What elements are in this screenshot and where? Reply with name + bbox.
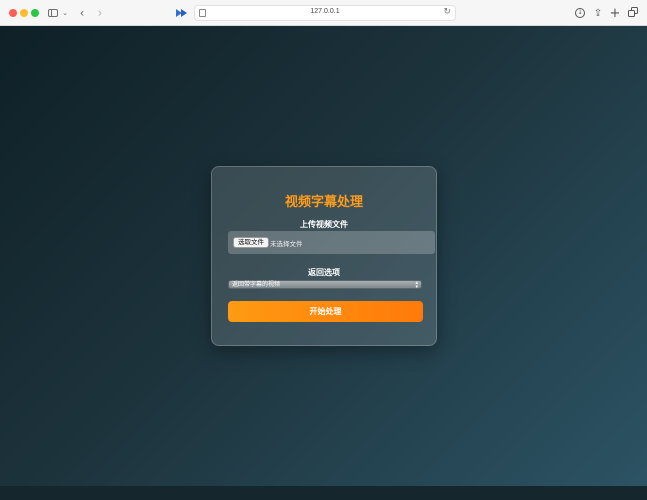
choose-file-button[interactable]: 选取文件: [233, 237, 269, 248]
select-arrows-icon: ▴ ▾: [415, 280, 418, 290]
plus-icon[interactable]: +: [609, 5, 621, 21]
share-icon[interactable]: ⇪: [592, 5, 604, 21]
page-background: 视频字幕处理 上传视频文件 选取文件 未选择文件 返回选项 返回带字幕的视频 ▴…: [0, 26, 647, 486]
return-option-select[interactable]: 返回带字幕的视频 ▴ ▾: [228, 280, 422, 290]
forward-icon[interactable]: ›: [94, 5, 106, 21]
upload-card: 视频字幕处理 上传视频文件 选取文件 未选择文件 返回选项 返回带字幕的视频 ▴…: [211, 166, 437, 346]
close-window-button[interactable]: [9, 9, 17, 17]
no-file-text: 未选择文件: [270, 240, 303, 248]
url-text: 127.0.0.1: [310, 8, 340, 15]
reload-icon[interactable]: ↻: [443, 7, 451, 17]
back-icon[interactable]: ‹: [76, 5, 88, 21]
page-title: 视频字幕处理: [284, 195, 363, 210]
zoom-window-button[interactable]: [31, 9, 39, 17]
minimize-window-button[interactable]: [20, 9, 28, 17]
download-icon[interactable]: ↓: [574, 5, 586, 21]
extension-icon[interactable]: [176, 8, 188, 18]
file-input[interactable]: 选取文件 未选择文件: [228, 231, 435, 254]
start-processing-button[interactable]: 开始处理: [228, 301, 423, 322]
tabs-icon[interactable]: [627, 5, 639, 21]
address-bar[interactable]: 127.0.0.1 ↻: [194, 5, 456, 21]
chevron-down-icon[interactable]: ⌄: [61, 5, 69, 21]
sidebar-icon[interactable]: [47, 5, 59, 21]
bottom-strip: [0, 486, 647, 500]
option-label: 返回选项: [308, 268, 340, 277]
selected-option: 返回带字幕的视频: [232, 281, 281, 288]
browser-toolbar: ⌄ ‹ › 127.0.0.1 ↻ ↓ ⇪ +: [0, 0, 647, 26]
upload-label: 上传视频文件: [300, 220, 348, 229]
